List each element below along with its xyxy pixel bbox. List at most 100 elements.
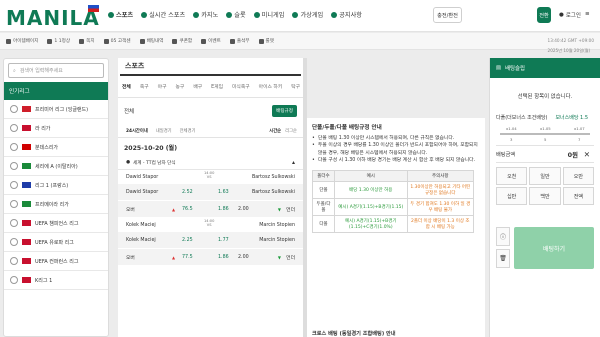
odds-up-icon: ▲ <box>172 254 176 260</box>
amount-button-all[interactable]: 전액 <box>562 187 594 205</box>
league-sidebar: ⌕ 검색어 입력해주세요 인기리그 프리미어 리그 (잉글랜드) 라 리가 분데스리… <box>3 58 109 337</box>
receipt-icon: ▤ <box>496 65 502 71</box>
place-bet-button[interactable]: 배팅하기 <box>514 227 594 269</box>
subbar-item-roulette[interactable]: 룰렛 <box>258 38 274 44</box>
country-flag-icon <box>22 239 31 245</box>
amount-button-1m[interactable]: 백만 <box>529 187 561 205</box>
odds-value[interactable]: 1.63 <box>218 190 229 195</box>
hamburger-icon: ≡ <box>585 11 590 17</box>
subbar-item-message[interactable]: 쪽지 <box>79 38 95 44</box>
rules-list: 단폴 배팅 1.30 이상만 시스템에서 허용되며, 다른 규칙은 없습니다. … <box>312 135 480 165</box>
info-icon[interactable]: ⓘ <box>496 227 510 246</box>
sport-tab[interactable]: 농구 <box>175 83 184 90</box>
sidebar-league-item[interactable]: 라 리가 <box>4 119 108 138</box>
amount-button-50k[interactable]: 오만 <box>562 167 594 185</box>
odds-value[interactable]: 2.52 <box>182 190 193 195</box>
main-nav: 스포츠 실시간 스포츠 카지노 슬롯 미니게임 가상게임 공지사항 <box>108 10 362 19</box>
sidebar-league-item[interactable]: UEFA 챔피언스 리그 <box>4 214 108 233</box>
subbar-item-support[interactable]: 05 고객센 <box>103 38 131 44</box>
sidebar-league-item[interactable]: 프리메이라 리가 <box>4 195 108 214</box>
amount-button-5k[interactable]: 오천 <box>496 167 528 185</box>
odds-row[interactable]: Dawid Stapor 2.52 1.63 Bartosz Sulkowski <box>118 184 303 201</box>
multi-bonus-row: 다폴(더보너스 조건배당) 보너스배당 1.5 <box>496 115 588 121</box>
sport-tab[interactable]: 배구 <box>193 83 202 90</box>
subbar-item-bet-history[interactable]: 배팅내역 <box>139 38 163 44</box>
odds-value[interactable]: 2.00 <box>238 255 249 260</box>
nav-item-sports[interactable]: 스포츠 <box>108 10 133 19</box>
login-link[interactable]: ● 로그인 <box>559 11 581 19</box>
menu-button[interactable]: ≡ <box>585 11 590 17</box>
odds-value[interactable]: 77.5 <box>182 255 193 260</box>
subbar-item-event[interactable]: 이벤트 <box>201 38 221 44</box>
chevron-up-icon[interactable]: ▴ <box>292 159 295 166</box>
odds-value[interactable]: 2.25 <box>182 238 193 243</box>
scale-fold-count: 5 <box>544 137 547 142</box>
league-group-header[interactable]: ● 세계 - TT컵 남자 단식 ▴ <box>118 156 303 170</box>
sidebar-league-item[interactable]: UEFA 유로파 리그 <box>4 233 108 252</box>
tab-24h[interactable]: 24시간이내 <box>126 128 148 134</box>
sidebar-league-item[interactable]: K리그 1 <box>4 271 108 290</box>
odds-right-label: 언더 <box>286 207 295 213</box>
sort-by-time[interactable]: 시간순 <box>269 128 281 134</box>
odds-right-label: Bartosz Sulkowski <box>251 189 295 195</box>
sort-by-league[interactable]: 리그순 <box>285 128 297 134</box>
cross-bet-title: 크로스 배팅 (동일경기 조합배팅) 안내 <box>312 331 396 337</box>
soccer-ball-icon <box>10 276 18 284</box>
empty-message: 선택된 항목이 없습니다. <box>517 94 573 100</box>
odds-value[interactable]: 1.86 <box>218 207 229 212</box>
rules-button[interactable]: 배팅규정 <box>272 105 297 117</box>
subbar-item-attendance[interactable]: 출석부 <box>229 38 250 44</box>
nav-item-virtual[interactable]: 가상게임 <box>292 10 323 19</box>
nav-item-slot[interactable]: 슬롯 <box>226 10 246 19</box>
odds-row[interactable]: 오버 77.5 1.86 2.00 ▲ ▼ 언더 <box>118 249 303 266</box>
sidebar-league-item[interactable]: 세리에 A (이탈리아) <box>4 157 108 176</box>
subbar-item-coupon[interactable]: 쿠폰함 <box>172 38 192 44</box>
sport-tab[interactable]: 축구 <box>140 83 149 90</box>
table-tennis-icon: ● <box>126 160 131 165</box>
subbar-item-points[interactable]: 1 1정상 <box>47 38 70 44</box>
close-icon[interactable]: ✕ <box>584 150 590 159</box>
sport-tab[interactable]: 미식축구 <box>232 83 250 90</box>
brand-logo[interactable]: MANILA <box>6 6 100 30</box>
subbar-item-level[interactable]: 아이템배이지 <box>6 38 38 44</box>
tab-all-games[interactable]: 전체경기 <box>180 128 196 134</box>
nav-item-live-sports[interactable]: 실시간 스포츠 <box>141 10 185 19</box>
amount-button-10k[interactable]: 일만 <box>529 167 561 185</box>
sport-tab[interactable]: 탁구 <box>291 83 300 90</box>
nav-item-notice[interactable]: 공지사항 <box>331 10 362 19</box>
odds-value[interactable]: 1.77 <box>218 238 229 243</box>
rules-table-cell: 두폴/다폴 <box>312 197 335 216</box>
odds-row[interactable]: Kolek Maciej 2.25 1.77 Marcin Stopien <box>118 232 303 249</box>
sidebar-league-item[interactable]: 프리미어 리그 (잉글랜드) <box>4 100 108 119</box>
sport-tab[interactable]: 야구 <box>158 83 167 90</box>
rules-table-cell: 다폴 <box>312 214 335 233</box>
amount-buttons: 오천 일만 오만 십만 백만 전액 <box>496 167 594 205</box>
odds-value[interactable]: 1.86 <box>218 255 229 260</box>
sidebar-league-item[interactable]: 리그 1 (프랑스) <box>4 176 108 195</box>
scale-multiplier: x1.04 <box>506 126 517 131</box>
sport-tab[interactable]: 아이스 하키 <box>259 83 283 90</box>
minigame-icon <box>253 11 260 18</box>
odds-value[interactable]: 2.00 <box>238 207 249 212</box>
sidebar-league-item[interactable]: 분데스리가 <box>4 138 108 157</box>
odds-row[interactable]: 오버 76.5 1.86 2.00 ▲ ▼ 언더 <box>118 201 303 218</box>
charge-button[interactable]: 충전/환전 <box>433 7 462 23</box>
trash-icon[interactable]: 🗑 <box>496 249 510 268</box>
sport-tab[interactable]: 전체 <box>122 83 131 90</box>
odds-value[interactable]: 76.5 <box>182 207 193 212</box>
sidebar-league-item[interactable]: UEFA 컨퍼런스 리그 <box>4 252 108 271</box>
switch-button[interactable]: 전환 <box>537 7 551 23</box>
badge-icon <box>6 38 11 44</box>
sport-tab[interactable]: E게임 <box>211 83 223 90</box>
scale-fold-count: 7 <box>578 137 581 142</box>
nav-item-minigame[interactable]: 미니게임 <box>253 10 284 19</box>
amount-button-100k[interactable]: 십만 <box>496 187 528 205</box>
rules-table-cell: 1.30이상만 허용되고 기타 어떤 규정은 없습니다 <box>406 180 475 199</box>
nav-item-casino[interactable]: 카지노 <box>193 10 218 19</box>
league-search-input[interactable]: ⌕ 검색어 입력해주세요 <box>8 63 104 78</box>
live-icon <box>141 11 148 18</box>
scale-multiplier: x1.07 <box>574 126 585 131</box>
tab-tomorrow[interactable]: 내일경기 <box>156 128 172 134</box>
coupon-icon <box>172 38 178 44</box>
bet-action-row: ⓘ 🗑 배팅하기 <box>496 227 596 271</box>
